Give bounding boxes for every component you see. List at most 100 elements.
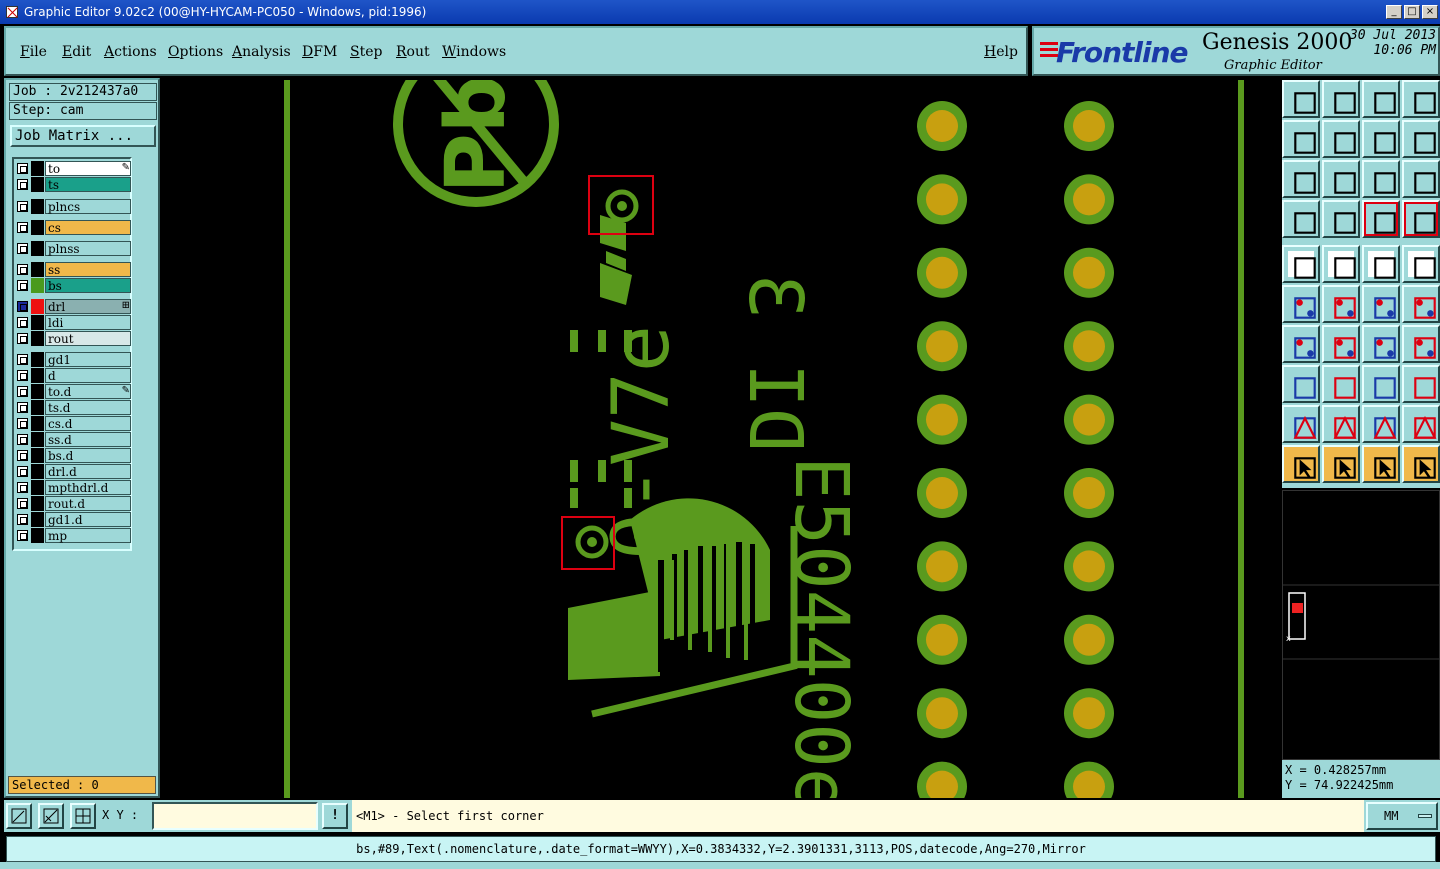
move-right-button[interactable]: [1322, 120, 1360, 158]
layer-name[interactable]: ts.d: [45, 400, 131, 415]
snap-button[interactable]: [38, 803, 64, 829]
layer-name[interactable]: mpthdrl.d: [45, 480, 131, 495]
layer-checkbox[interactable]: [17, 179, 28, 190]
segment-button[interactable]: [1322, 365, 1360, 403]
layer-checkbox[interactable]: [17, 280, 28, 291]
layer-color-swatch[interactable]: [31, 262, 44, 277]
menu-windows[interactable]: Windows: [442, 44, 506, 60]
layer-row-rout-d[interactable]: rout.d: [14, 496, 132, 511]
layer-color-swatch[interactable]: [31, 528, 44, 543]
layer-name[interactable]: cs.d: [45, 416, 131, 431]
layer-color-swatch[interactable]: [31, 278, 44, 293]
layer-checkbox[interactable]: [17, 530, 28, 541]
arc-button[interactable]: [1362, 325, 1400, 363]
graphic-canvas[interactable]: Pb 0-V7e DI 3 E504400e: [160, 80, 1280, 798]
layer-row-ss[interactable]: ss: [14, 262, 132, 277]
select-circle-button[interactable]: [1362, 445, 1400, 483]
layer-checkbox[interactable]: [17, 386, 28, 397]
layer-name[interactable]: drl: [45, 299, 131, 314]
execute-button[interactable]: !: [322, 803, 348, 829]
select-box-button[interactable]: [1322, 445, 1360, 483]
layer-name[interactable]: plncs: [45, 199, 131, 214]
node-button[interactable]: [1282, 285, 1320, 323]
layer-color-swatch[interactable]: [31, 400, 44, 415]
layer-row-d[interactable]: d: [14, 368, 132, 383]
layer-row-gd1[interactable]: gd1: [14, 352, 132, 367]
layer-color-swatch[interactable]: [31, 315, 44, 330]
layer-checkbox[interactable]: [17, 163, 28, 174]
triangle-3-button[interactable]: [1362, 405, 1400, 443]
layer-checkbox[interactable]: [17, 418, 28, 429]
layer-row-ts-d[interactable]: ts.d: [14, 400, 132, 415]
layer-row-cs-d[interactable]: cs.d: [14, 416, 132, 431]
move-down-button[interactable]: [1322, 80, 1360, 118]
layer-name[interactable]: bs: [45, 278, 131, 293]
layer-row-drl-d[interactable]: drl.d: [14, 464, 132, 479]
ruler-button[interactable]: [1362, 245, 1400, 283]
layer-color-swatch[interactable]: [31, 448, 44, 463]
layer-checkbox[interactable]: [17, 222, 28, 233]
layer-checkbox[interactable]: [17, 370, 28, 381]
menu-edit[interactable]: Edit: [62, 44, 91, 60]
layer-color-swatch[interactable]: [31, 331, 44, 346]
xy-input[interactable]: [152, 802, 318, 830]
job-matrix-button[interactable]: Job Matrix ...: [10, 125, 156, 147]
triangle-button[interactable]: [1282, 405, 1320, 443]
zoom-window-button[interactable]: [6, 803, 32, 829]
line-button[interactable]: [1322, 325, 1360, 363]
layer-row-to[interactable]: to ✎: [14, 161, 132, 176]
layer-row-bs-d[interactable]: bs.d: [14, 448, 132, 463]
line-angle-button[interactable]: [1282, 325, 1320, 363]
layer-row-ldi[interactable]: ldi: [14, 315, 132, 330]
copy-button[interactable]: [1402, 365, 1440, 403]
layer-color-swatch[interactable]: [31, 220, 44, 235]
layer-color-swatch[interactable]: [31, 432, 44, 447]
select-arrow-button[interactable]: [1282, 445, 1320, 483]
layer-down-button[interactable]: [1402, 200, 1440, 238]
layer-checkbox[interactable]: [17, 482, 28, 493]
select-path-button[interactable]: [1402, 445, 1440, 483]
minimap[interactable]: x: [1282, 490, 1440, 760]
layer-up-button[interactable]: [1362, 200, 1400, 238]
layer-checkbox[interactable]: [17, 514, 28, 525]
menu-file[interactable]: File: [20, 44, 47, 60]
move-up-button[interactable]: [1282, 80, 1320, 118]
layer-checkbox[interactable]: [17, 201, 28, 212]
undo-button[interactable]: [1362, 120, 1400, 158]
layer-color-swatch[interactable]: [31, 496, 44, 511]
layer-name[interactable]: plnss: [45, 241, 131, 256]
menu-rout[interactable]: Rout: [396, 44, 430, 60]
node-move-2-button[interactable]: [1402, 285, 1440, 323]
layer-name[interactable]: ldi: [45, 315, 131, 330]
layer-color-swatch[interactable]: [31, 512, 44, 527]
layer-color-swatch[interactable]: [31, 199, 44, 214]
scale-1-2-button[interactable]: [1362, 160, 1400, 198]
layer-checkbox[interactable]: [17, 450, 28, 461]
layer-checkbox[interactable]: [17, 301, 28, 312]
help-button[interactable]: [1402, 160, 1440, 198]
shape-button[interactable]: [1282, 365, 1320, 403]
layer-name[interactable]: ss.d: [45, 432, 131, 447]
layer-name[interactable]: rout: [45, 331, 131, 346]
layer-color-swatch[interactable]: [31, 299, 44, 314]
panel-button[interactable]: [1402, 80, 1440, 118]
cross-button[interactable]: [1322, 285, 1360, 323]
mirror-button[interactable]: [1402, 325, 1440, 363]
triangle-2-button[interactable]: [1322, 405, 1360, 443]
move-left-button[interactable]: [1282, 120, 1320, 158]
layer-name[interactable]: gd1: [45, 352, 131, 367]
measure-button[interactable]: [1282, 200, 1320, 238]
layer-row-drl[interactable]: drl ⊞: [14, 299, 132, 314]
layer-checkbox[interactable]: [17, 402, 28, 413]
menu-dfm[interactable]: DFM: [302, 44, 337, 60]
layer-checkbox[interactable]: [17, 434, 28, 445]
layer-name[interactable]: ts: [45, 177, 131, 192]
layer-row-mpthdrl-d[interactable]: mpthdrl.d: [14, 480, 132, 495]
node-move-button[interactable]: [1362, 285, 1400, 323]
triangle-4-button[interactable]: [1402, 405, 1440, 443]
layer-name[interactable]: gd1.d: [45, 512, 131, 527]
layer-name[interactable]: drl.d: [45, 464, 131, 479]
layer-row-ss-d[interactable]: ss.d: [14, 432, 132, 447]
layer-color-swatch[interactable]: [31, 464, 44, 479]
layer-row-rout[interactable]: rout: [14, 331, 132, 346]
